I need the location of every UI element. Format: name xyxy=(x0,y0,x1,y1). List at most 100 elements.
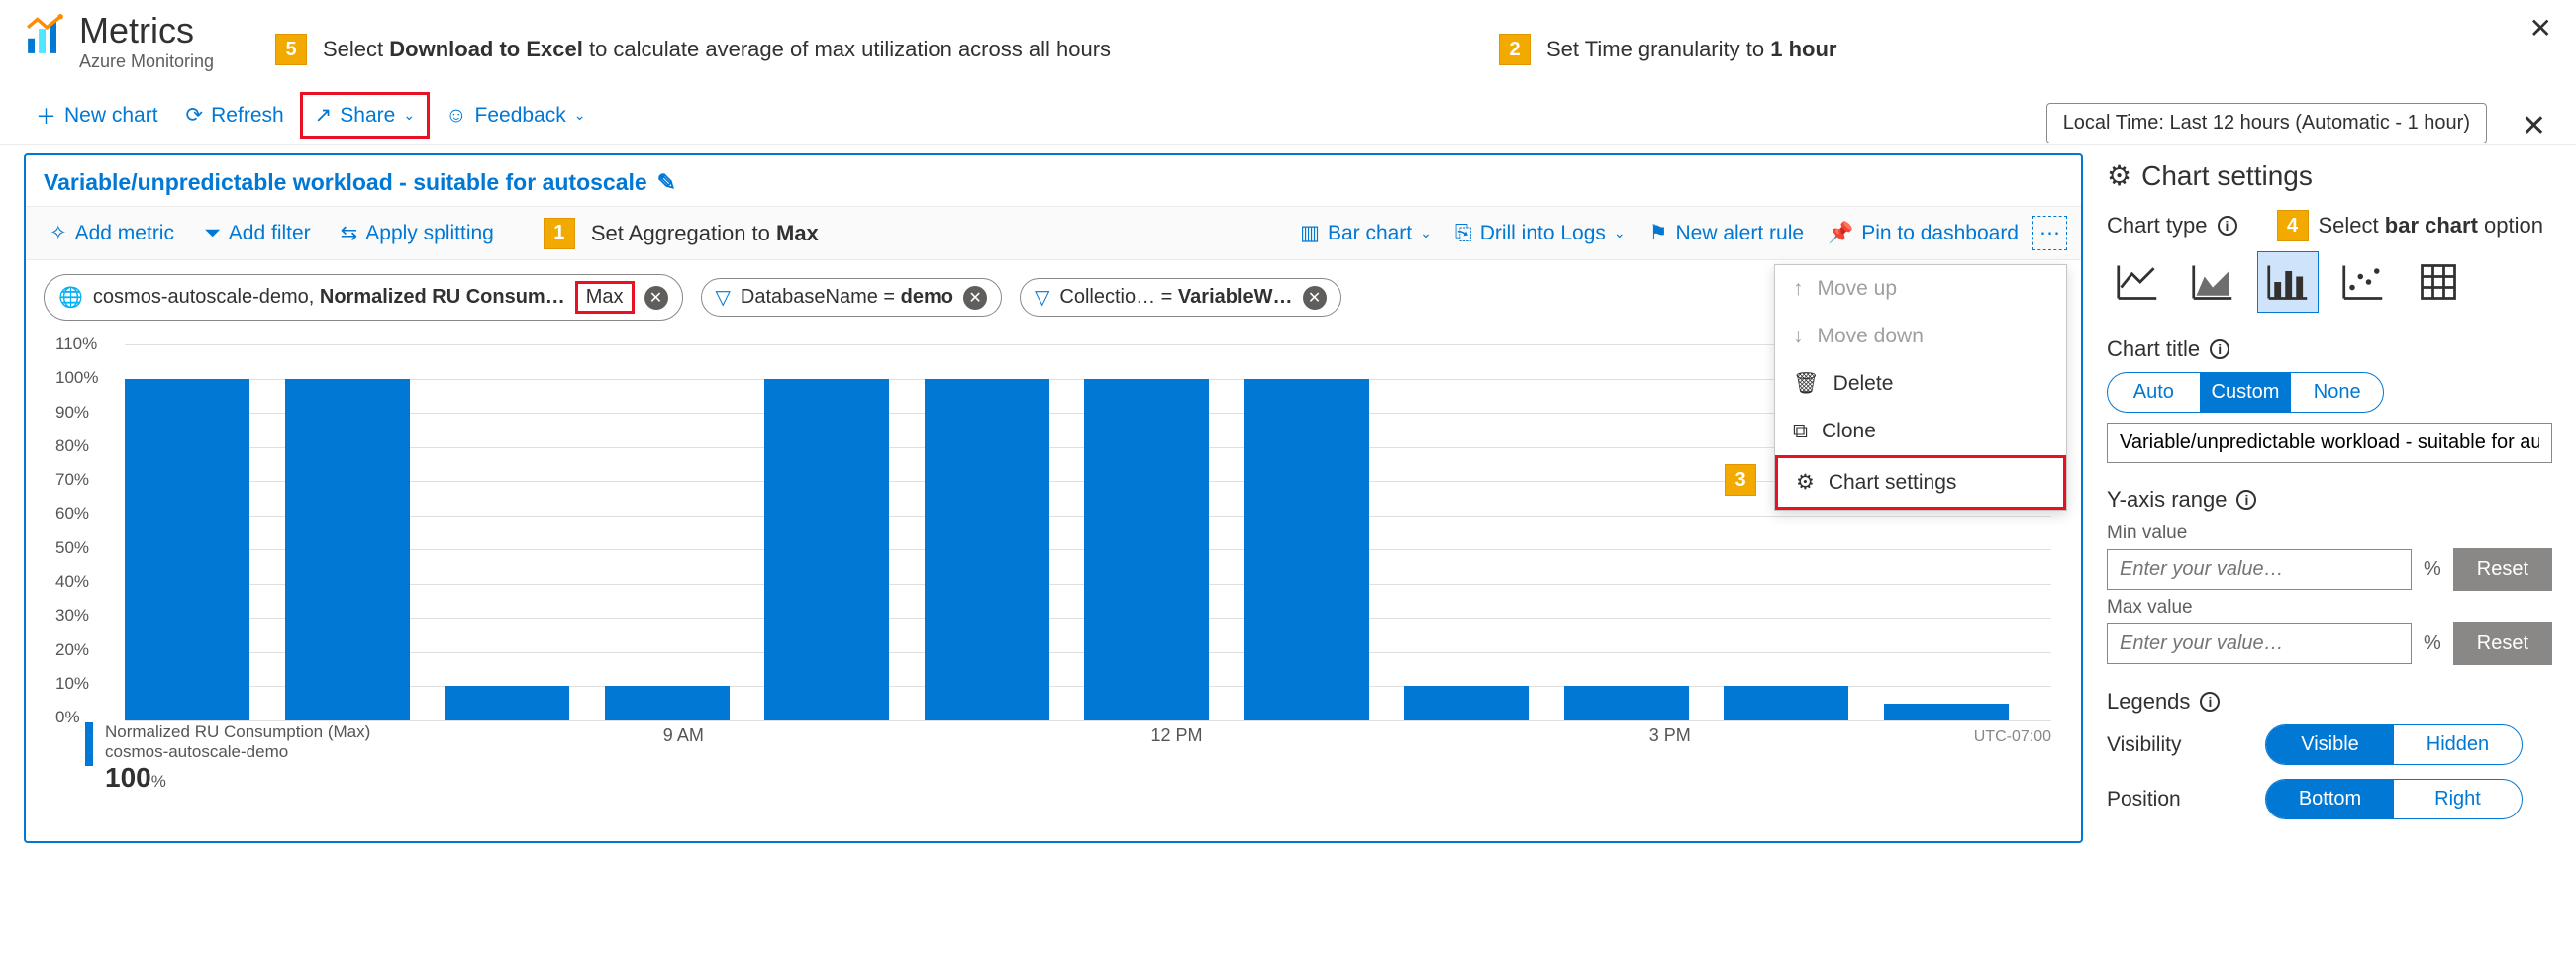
chart-bars xyxy=(125,344,2051,720)
legend-swatch xyxy=(85,722,93,766)
copy-icon: ⧉ xyxy=(1793,420,1808,443)
filter-pill-database[interactable]: ▽ DatabaseName = demo ✕ xyxy=(701,278,1003,317)
globe-icon: 🌐 xyxy=(58,285,83,310)
chart-bar[interactable] xyxy=(1404,686,1529,720)
title-none[interactable]: None xyxy=(2291,373,2383,412)
page-title: Metrics xyxy=(79,10,214,51)
chart-bar[interactable] xyxy=(125,379,249,720)
menu-chart-settings[interactable]: ⚙Chart settings 3 xyxy=(1775,455,2066,510)
feedback-button[interactable]: ☺Feedback⌄ xyxy=(434,96,597,136)
scatter-chart-option[interactable] xyxy=(2332,251,2394,313)
menu-delete[interactable]: 🗑Delete xyxy=(1775,360,2066,408)
chart-area: 0%10%20%30%40%50%60%70%80%90%100%110% 9 … xyxy=(26,335,2081,790)
refresh-button[interactable]: ⟳Refresh xyxy=(174,95,296,136)
chevron-down-icon: ⌄ xyxy=(403,107,415,124)
chart-type-dropdown[interactable]: ▥Bar chart⌄ xyxy=(1290,215,1441,251)
legend-position: Bottom Right xyxy=(2265,779,2523,819)
gear-icon: ⚙ xyxy=(1796,470,1815,495)
remove-icon[interactable]: ✕ xyxy=(963,286,987,310)
title-auto[interactable]: Auto xyxy=(2108,373,2200,412)
y-max-input[interactable] xyxy=(2107,623,2412,664)
more-menu-button[interactable]: ⋯ xyxy=(2032,216,2067,250)
logs-icon: ⎘ xyxy=(1455,222,1472,245)
chevron-down-icon: ⌄ xyxy=(1614,225,1626,241)
y-min-input[interactable] xyxy=(2107,549,2412,590)
close-icon[interactable]: ✕ xyxy=(2529,12,2552,45)
chart-bar[interactable] xyxy=(1884,704,2009,720)
line-chart-option[interactable] xyxy=(2107,251,2168,313)
chart-settings-panel: ✕ ⚙Chart settings Chart typei 4 Select b… xyxy=(2107,153,2552,843)
chart-bar[interactable] xyxy=(1564,686,1689,720)
chart-bar[interactable] xyxy=(1724,686,1848,720)
grid-chart-option[interactable] xyxy=(2408,251,2469,313)
chart-panel: Variable/unpredictable workload - suitab… xyxy=(24,153,2083,843)
metrics-icon xyxy=(24,14,67,57)
info-icon[interactable]: i xyxy=(2236,490,2256,510)
sparkle-icon: ✧ xyxy=(50,221,67,245)
title-custom[interactable]: Custom xyxy=(2200,373,2292,412)
share-icon: ↗ xyxy=(315,103,333,128)
reset-max-button[interactable]: Reset xyxy=(2453,622,2552,665)
drill-logs-button[interactable]: ⎘Drill into Logs⌄ xyxy=(1445,216,1635,251)
time-range-selector[interactable]: Local Time: Last 12 hours (Automatic - 1… xyxy=(2046,103,2487,143)
x-label: 3 PM xyxy=(1649,725,1691,746)
add-metric-button[interactable]: ✧Add metric xyxy=(40,215,184,251)
callout-5: 5 Select Download to Excel to calculate … xyxy=(275,34,1111,65)
callout-1: 1 Set Aggregation to Max xyxy=(544,218,819,249)
legend-value: 100 xyxy=(105,762,151,793)
context-menu: ↑Move up ↓Move down 🗑Delete ⧉Clone ⚙Char… xyxy=(1774,264,2067,511)
legend-bottom[interactable]: Bottom xyxy=(2266,780,2394,818)
new-chart-button[interactable]: ＋New chart xyxy=(24,93,170,139)
share-button[interactable]: ↗Share⌄ xyxy=(300,92,430,139)
menu-move-down: ↓Move down xyxy=(1775,313,2066,360)
chart-grid xyxy=(125,344,2051,720)
chart-bar[interactable] xyxy=(1084,379,1209,720)
alert-icon: ⚑ xyxy=(1649,221,1668,245)
chart-bar[interactable] xyxy=(1244,379,1369,720)
chart-bar[interactable] xyxy=(925,379,1049,720)
info-icon[interactable]: i xyxy=(2210,339,2229,359)
filter-icon: ⏷ xyxy=(204,222,221,245)
filter-icon: ▽ xyxy=(716,285,731,310)
bar-chart-option[interactable] xyxy=(2257,251,2319,313)
apply-splitting-button[interactable]: ⇆Apply splitting xyxy=(331,215,504,251)
remove-icon[interactable]: ✕ xyxy=(644,286,668,310)
legend-name: Normalized RU Consumption (Max) xyxy=(105,722,370,742)
filter-pill-collection[interactable]: ▽ Collectio… = VariableW… ✕ xyxy=(1020,278,1341,317)
legend: Normalized RU Consumption (Max) cosmos-a… xyxy=(85,722,370,794)
metric-pill[interactable]: 🌐 cosmos-autoscale-demo, Normalized RU C… xyxy=(44,274,683,321)
pin-icon: 📌 xyxy=(1828,222,1853,245)
menu-clone[interactable]: ⧉Clone xyxy=(1775,408,2066,455)
chart-bar[interactable] xyxy=(445,686,569,720)
chart-bar[interactable] xyxy=(285,379,410,720)
x-label: 9 AM xyxy=(663,725,704,746)
ellipsis-icon: ⋯ xyxy=(2039,221,2060,245)
info-icon[interactable]: i xyxy=(2218,216,2237,236)
new-alert-button[interactable]: ⚑New alert rule xyxy=(1639,215,1814,251)
chart-title-mode: Auto Custom None xyxy=(2107,372,2384,413)
info-icon[interactable]: i xyxy=(2200,692,2220,712)
reset-min-button[interactable]: Reset xyxy=(2453,548,2552,591)
refresh-icon: ⟳ xyxy=(186,103,204,128)
legend-right[interactable]: Right xyxy=(2394,780,2522,818)
arrow-up-icon: ↑ xyxy=(1793,277,1804,301)
legend-visible[interactable]: Visible xyxy=(2266,725,2394,764)
add-filter-button[interactable]: ⏷Add filter xyxy=(194,216,321,251)
edit-icon[interactable]: ✎ xyxy=(657,169,676,196)
remove-icon[interactable]: ✕ xyxy=(1303,286,1327,310)
chart-bar[interactable] xyxy=(764,379,889,720)
chevron-down-icon: ⌄ xyxy=(1420,225,1432,241)
legend-sub: cosmos-autoscale-demo xyxy=(105,742,370,762)
split-icon: ⇆ xyxy=(341,221,358,245)
area-chart-option[interactable] xyxy=(2182,251,2243,313)
chart-bar[interactable] xyxy=(605,686,730,720)
legend-hidden[interactable]: Hidden xyxy=(2394,725,2522,764)
filter-pill-row: 🌐 cosmos-autoscale-demo, Normalized RU C… xyxy=(26,260,2081,335)
close-icon[interactable]: ✕ xyxy=(2522,109,2546,143)
legend-visibility: Visible Hidden xyxy=(2265,724,2523,765)
callout-4-num: 4 xyxy=(2277,210,2309,241)
aggregation-value: Max xyxy=(575,281,635,314)
bar-chart-icon: ▥ xyxy=(1300,221,1320,245)
chart-title-input[interactable] xyxy=(2107,423,2552,463)
pin-dashboard-button[interactable]: 📌Pin to dashboard xyxy=(1818,216,2029,251)
